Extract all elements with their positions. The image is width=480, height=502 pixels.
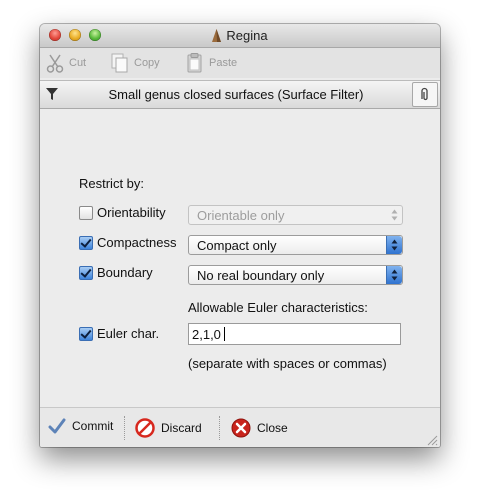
regina-window: Regina Cut Copy Paste Small genus closed… xyxy=(40,24,440,447)
commit-label: Commit xyxy=(72,419,114,433)
text-caret xyxy=(224,327,225,341)
discard-label: Discard xyxy=(161,421,202,435)
copy-button[interactable]: Copy xyxy=(110,53,160,73)
restrict-by-label: Restrict by: xyxy=(79,176,145,191)
commit-button[interactable]: Commit xyxy=(48,418,113,434)
euler-input[interactable]: 2,1,0 xyxy=(188,323,401,345)
euler-heading-text: Allowable Euler characteristics: xyxy=(188,300,368,315)
boundary-value: No real boundary only xyxy=(197,268,325,283)
orientability-select[interactable]: Orientable only xyxy=(188,205,403,225)
filter-options-panel: Restrict by: Orientability Orientable on… xyxy=(40,109,440,406)
filter-funnel-icon xyxy=(46,88,58,100)
euler-checkbox-box[interactable] xyxy=(79,326,93,341)
close-button[interactable]: Close xyxy=(231,418,288,438)
updown-arrows-icon xyxy=(391,269,398,281)
close-label: Close xyxy=(257,421,288,435)
filter-header: Small genus closed surfaces (Surface Fil… xyxy=(40,80,440,109)
filter-title: Small genus closed surfaces (Surface Fil… xyxy=(108,87,364,102)
orientability-label: Orientability xyxy=(97,205,166,220)
regina-pyramid-icon xyxy=(212,29,222,42)
euler-input-value: 2,1,0 xyxy=(192,327,221,342)
boundary-select[interactable]: No real boundary only xyxy=(188,265,403,285)
compactness-select-arrows xyxy=(386,236,402,254)
discard-button[interactable]: Discard xyxy=(135,418,202,438)
boundary-checkbox-box[interactable] xyxy=(79,265,93,280)
boundary-label: Boundary xyxy=(97,265,153,280)
compactness-select[interactable]: Compact only xyxy=(188,235,403,255)
separator xyxy=(124,416,125,440)
orientability-value: Orientable only xyxy=(197,208,285,223)
paste-label: Paste xyxy=(209,57,238,69)
orientability-checkbox[interactable]: Orientability xyxy=(79,205,166,220)
close-x-icon xyxy=(231,418,251,438)
orientability-select-arrows xyxy=(387,206,402,224)
window-title: Regina xyxy=(226,28,268,43)
updown-arrows-icon xyxy=(391,209,398,221)
title-bar[interactable]: Regina xyxy=(40,24,440,48)
clipboard-icon xyxy=(187,53,202,73)
action-bar: Commit Discard Close xyxy=(40,407,440,447)
edit-toolbar: Cut Copy Paste xyxy=(40,48,440,78)
euler-checkbox[interactable]: Euler char. xyxy=(79,326,159,341)
compactness-checkbox-box[interactable] xyxy=(79,235,93,250)
euler-heading: Allowable Euler characteristics: xyxy=(188,300,368,315)
separator xyxy=(219,416,220,440)
compactness-value: Compact only xyxy=(197,238,277,253)
cut-button[interactable]: Cut xyxy=(45,53,86,73)
boundary-select-arrows xyxy=(386,266,402,284)
compactness-label: Compactness xyxy=(97,235,177,250)
attach-button[interactable] xyxy=(412,82,438,107)
updown-arrows-icon xyxy=(391,239,398,251)
copy-label: Copy xyxy=(134,57,160,69)
copy-pages-icon xyxy=(111,53,128,73)
window-title-group: Regina xyxy=(40,28,440,43)
boundary-checkbox[interactable]: Boundary xyxy=(79,265,153,280)
checkmark-icon xyxy=(48,418,66,434)
paste-button[interactable]: Paste xyxy=(185,53,237,73)
euler-label: Euler char. xyxy=(97,326,160,341)
scissors-icon xyxy=(46,54,64,73)
paperclip-icon xyxy=(421,87,428,101)
orientability-checkbox-box[interactable] xyxy=(79,205,93,220)
no-entry-icon xyxy=(135,418,155,438)
resize-grip-icon[interactable] xyxy=(426,434,438,446)
compactness-checkbox[interactable]: Compactness xyxy=(79,235,176,250)
cut-label: Cut xyxy=(69,57,87,69)
euler-hint: (separate with spaces or commas) xyxy=(188,356,387,371)
